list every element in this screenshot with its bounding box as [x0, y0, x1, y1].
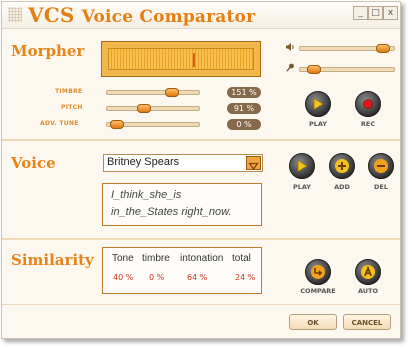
- plus-icon: [335, 159, 349, 173]
- timbre-value: 151 %: [227, 87, 261, 98]
- play-icon: [297, 159, 308, 173]
- divider: [2, 139, 400, 141]
- pitch-label: PITCH: [61, 104, 83, 111]
- timbre-value-sim: 0 %: [149, 273, 165, 282]
- record-button[interactable]: [355, 91, 381, 117]
- adv-tune-value: 0 %: [227, 119, 261, 130]
- auto-caption: AUTO: [357, 287, 379, 295]
- tone-value: 40 %: [113, 273, 134, 282]
- auto-button[interactable]: [355, 259, 381, 285]
- compare-caption: COMPARE: [300, 287, 336, 295]
- dropdown-button[interactable]: [246, 156, 261, 171]
- pitch-value: 91 %: [227, 103, 261, 114]
- voice-play-caption: PLAY: [292, 183, 312, 191]
- delete-caption: DEL: [374, 183, 388, 191]
- ok-button[interactable]: OK: [289, 314, 337, 330]
- level-meter-marker: [193, 53, 195, 67]
- pitch-slider-thumb[interactable]: [137, 104, 152, 113]
- adv-tune-slider-thumb[interactable]: [110, 120, 125, 129]
- cancel-button[interactable]: CANCEL: [343, 314, 391, 330]
- maximize-button[interactable]: □: [368, 6, 383, 20]
- timbre-slider-thumb[interactable]: [165, 88, 180, 97]
- adv-tune-label: ADV. TUNE: [40, 120, 79, 127]
- mic-slider-thumb[interactable]: [307, 65, 322, 74]
- record-icon: [363, 99, 373, 109]
- add-button[interactable]: [329, 153, 355, 179]
- volume-slider-thumb[interactable]: [376, 44, 391, 53]
- voice-play-button[interactable]: [289, 153, 315, 179]
- delete-button[interactable]: [368, 153, 394, 179]
- voice-label: Voice: [11, 154, 56, 172]
- intonation-header: intonation: [180, 253, 224, 264]
- similarity-label: Similarity: [11, 251, 94, 269]
- pitch-slider-track[interactable]: [106, 106, 200, 111]
- level-meter-bars: [108, 48, 254, 70]
- similarity-box: Tone timbre intonation total 40 % 0 % 64…: [102, 247, 262, 294]
- close-button[interactable]: x: [383, 6, 398, 20]
- divider: [2, 304, 400, 305]
- window-title: VCS Voice Comparator: [28, 3, 255, 27]
- tone-header: Tone: [112, 253, 134, 264]
- morpher-label: Morpher: [11, 42, 85, 60]
- voice-comparator-window: VCS Voice Comparator _ □ x Morpher TIMBR…: [1, 1, 401, 339]
- voice-select-value: Britney Spears: [107, 156, 180, 168]
- grip-icon: [8, 7, 22, 22]
- voice-text-line-1: I_think_she_is: [111, 189, 182, 201]
- voice-text-line-2: in_the_States right_now.: [111, 206, 232, 218]
- morpher-play-caption: PLAY: [308, 120, 328, 128]
- title-bar[interactable]: VCS Voice Comparator _ □ x: [2, 2, 400, 29]
- microphone-icon: [286, 63, 295, 74]
- total-header: total: [232, 253, 251, 264]
- minus-icon: [374, 159, 388, 173]
- morpher-play-button[interactable]: [305, 91, 331, 117]
- intonation-value: 64 %: [187, 273, 208, 282]
- voice-text-box[interactable]: I_think_she_is in_the_States right_now.: [102, 183, 262, 226]
- title-sub: Voice Comparator: [81, 7, 256, 27]
- timbre-label: TIMBRE: [55, 88, 83, 95]
- compare-button[interactable]: [305, 259, 331, 285]
- add-caption: ADD: [334, 183, 350, 191]
- chevron-down-icon: [248, 162, 259, 171]
- play-icon: [313, 97, 324, 111]
- minimize-button[interactable]: _: [353, 6, 368, 20]
- compare-icon: [311, 265, 325, 279]
- level-meter: [101, 41, 261, 77]
- record-caption: REC: [360, 120, 376, 128]
- timbre-header: timbre: [142, 253, 170, 264]
- auto-icon: [361, 265, 375, 279]
- voice-select[interactable]: Britney Spears: [103, 154, 263, 172]
- speaker-icon: [286, 43, 295, 53]
- timbre-slider-track[interactable]: [106, 90, 200, 95]
- title-main: VCS: [28, 3, 75, 27]
- divider: [2, 238, 400, 240]
- total-value: 24 %: [235, 273, 256, 282]
